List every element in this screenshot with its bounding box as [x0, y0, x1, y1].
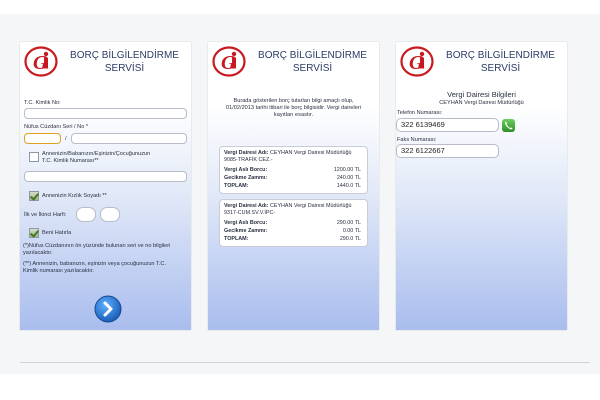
gi-logo-icon: G	[400, 46, 434, 77]
fax-field[interactable]: 322 6122667	[396, 144, 499, 158]
debt-principal-row: Vergi Aslı Borcu: 290.00 TL	[224, 220, 365, 226]
note-2-line-1: (**) Annenizin, babanızın, eşinizin veya…	[23, 261, 166, 267]
debt-total-label: TOPLAM:	[224, 183, 249, 189]
app-header: G BORÇ BİLGİLENDİRME SERVİSİ	[20, 42, 191, 82]
maiden-name-label: Annenizin Kızlık Soyadı **	[42, 193, 107, 199]
nufus-separator: /	[65, 136, 67, 142]
debt-office-row: Vergi Dairesi Adı: CEYHAN Vergi Dairesi …	[224, 203, 365, 209]
initial-1-input[interactable]	[76, 207, 96, 222]
phone-field[interactable]: 322 6139469	[396, 118, 499, 132]
debt-total-value: 1440.0 TL	[336, 183, 361, 189]
app-title-line-2: SERVİSİ	[292, 63, 333, 74]
tc-input[interactable]	[24, 108, 187, 119]
debt-total-label: TOPLAM:	[224, 236, 249, 242]
debt-principal-label: Vergi Aslı Borcu:	[224, 220, 268, 226]
app-title-line-1: BORÇ BİLGİLENDİRME	[70, 50, 179, 61]
app-header: G BORÇ BİLGİLENDİRME SERVİSİ	[208, 42, 379, 82]
section-title: Vergi Dairesi Bilgileri	[447, 90, 516, 99]
debt-penalty-row: Gecikme Zammı: 240.00 TL	[224, 175, 365, 181]
debt-principal-value: 290.00 TL	[336, 220, 361, 226]
debt-office-row: Vergi Dairesi Adı: CEYHAN Vergi Dairesi …	[224, 150, 365, 156]
parent-tc-label-1: Annenizin/Babanızın/Eşinizin/Çocuğunuzun	[42, 151, 151, 157]
phone-icon	[505, 121, 513, 130]
fax-label: Faks Numarası:	[397, 137, 437, 143]
debt-principal-value: 1200.00 TL	[333, 167, 361, 173]
debt-office-label: Vergi Dairesi Adı:	[224, 203, 269, 209]
intro-line-1: Burada gösterilen borç tutarları bilgi a…	[233, 98, 354, 104]
note-1-line-2: yazılacaktır.	[23, 250, 53, 256]
intro-line-2: 01/02/2013 tarihi itibari ile borç bilgi…	[226, 105, 361, 111]
debt-card[interactable]: Vergi Dairesi Adı: CEYHAN Vergi Dairesi …	[219, 199, 368, 247]
debts-screen: G BORÇ BİLGİLENDİRME SERVİSİ Burada göst…	[208, 42, 379, 330]
parent-tc-input[interactable]	[24, 171, 187, 182]
app-title: BORÇ BİLGİLENDİRME SERVİSİ	[438, 49, 563, 75]
debt-card[interactable]: Vergi Dairesi Adı: CEYHAN Vergi Dairesi …	[219, 146, 368, 194]
app-title-line-1: BORÇ BİLGİLENDİRME	[446, 50, 555, 61]
debt-principal-row: Vergi Aslı Borcu: 1200.00 TL	[224, 167, 365, 173]
debt-principal-label: Vergi Aslı Borcu:	[224, 167, 268, 173]
debt-total-row: TOPLAM: 1440.0 TL	[224, 183, 365, 189]
parent-tc-label-2: T.C. Kimlik Numarası**	[42, 158, 99, 164]
app-title: BORÇ BİLGİLENDİRME SERVİSİ	[250, 49, 375, 75]
nufus-no-input[interactable]	[71, 133, 187, 144]
maiden-name-checkbox[interactable]	[29, 191, 39, 201]
tc-label: T.C. Kimlik No:	[24, 100, 61, 106]
remember-me-label: Beni Hatırla	[42, 230, 72, 236]
phone-label: Telefon Numarası:	[397, 110, 443, 116]
intro-line-3: kayıtları esastır.	[273, 112, 314, 118]
nufus-seri-input[interactable]	[24, 133, 61, 144]
office-info-screen: G BORÇ BİLGİLENDİRME SERVİSİ Vergi Daire…	[396, 42, 567, 330]
debt-penalty-value: 240.00 TL	[336, 175, 361, 181]
app-header: G BORÇ BİLGİLENDİRME SERVİSİ	[396, 42, 567, 82]
gi-logo-icon: G	[212, 46, 246, 77]
next-button[interactable]	[94, 295, 122, 323]
app-title-line-1: BORÇ BİLGİLENDİRME	[258, 50, 367, 61]
debt-penalty-label: Gecikme Zammı:	[224, 175, 268, 181]
initials-label: İlk ve İkinci Harfi:	[24, 212, 67, 218]
debt-penalty-row: Gecikme Zammı: 0.00 TL	[224, 228, 365, 234]
app-title-line-2: SERVİSİ	[480, 63, 521, 74]
office-name: CEYHAN Vergi Dairesi Müdürlüğü	[439, 100, 524, 106]
nufus-label: Nüfus Cüzdanı Seri / No *	[24, 124, 89, 130]
parent-tc-checkbox[interactable]	[29, 152, 39, 162]
debt-code: 9085-TRAFİK CEZ.-	[224, 157, 273, 163]
divider	[20, 362, 590, 363]
note-2-line-2: Kimlik numarası yazılacaktır.	[23, 268, 94, 274]
debt-total-row: TOPLAM: 290.0 TL	[224, 236, 365, 242]
note-1-line-1: (*)Nüfus Cüzdanının ön yüzünde bulunan s…	[23, 243, 171, 249]
app-title: BORÇ BİLGİLENDİRME SERVİSİ	[62, 49, 187, 75]
debt-penalty-label: Gecikme Zammı:	[224, 228, 268, 234]
call-button[interactable]	[502, 119, 515, 132]
gi-logo-icon: G	[24, 46, 58, 77]
debt-office-name: CEYHAN Vergi Dairesi Müdürlüğü	[269, 150, 352, 156]
debt-code: 9317-CUM.SV.V.İPC-	[224, 210, 276, 216]
debt-penalty-value: 0.00 TL	[342, 228, 361, 234]
remember-me-checkbox[interactable]	[29, 228, 39, 238]
debt-total-value: 290.0 TL	[339, 236, 361, 242]
debt-office-label: Vergi Dairesi Adı:	[224, 150, 269, 156]
initial-2-input[interactable]	[100, 207, 120, 222]
app-title-line-2: SERVİSİ	[104, 63, 145, 74]
debt-office-name: CEYHAN Vergi Dairesi Müdürlüğü	[269, 203, 352, 209]
login-screen: G BORÇ BİLGİLENDİRME SERVİSİ T.C. Kimlik…	[20, 42, 191, 330]
